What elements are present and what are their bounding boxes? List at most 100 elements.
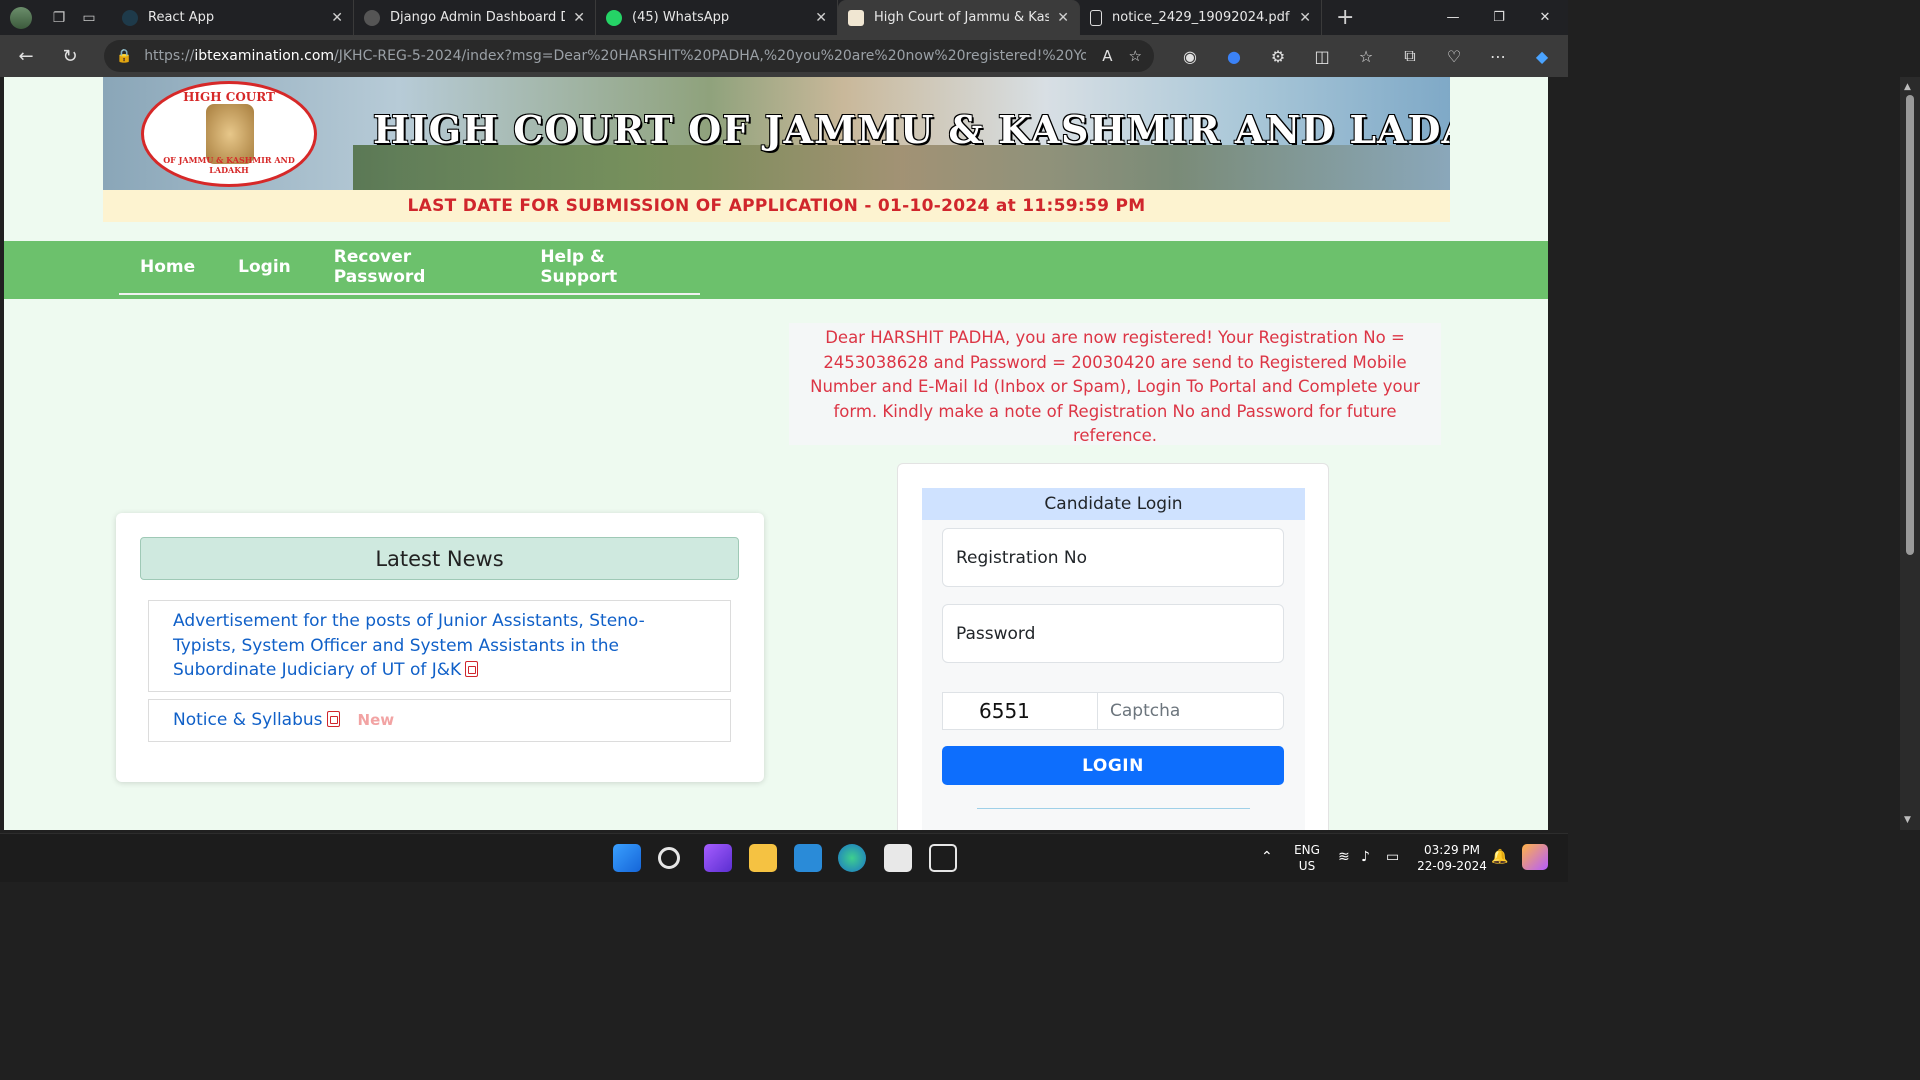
scroll-down-icon[interactable]: ▼ [1904,815,1911,825]
back-arrow-icon[interactable]: ← [8,40,44,72]
tab-react-app[interactable]: React App ✕ [112,0,354,35]
clock-date: 22-09-2024 [1417,859,1487,873]
file-explorer-icon[interactable] [749,844,777,872]
password-input[interactable]: Password [942,604,1284,663]
wifi-icon[interactable]: ≋ [1338,849,1350,865]
page-viewport: HIGH COURT OF JAMMU & KASHMIR AND LADAKH… [4,77,1548,830]
copilot-icon[interactable]: ◆ [1520,40,1564,72]
registration-no-input[interactable]: Registration No [942,528,1284,587]
site-banner: HIGH COURT OF JAMMU & KASHMIR AND LADAKH… [103,77,1450,190]
tab-actions-icon[interactable]: ▭ [74,3,104,33]
whatsapp-icon [606,9,622,26]
tab-title: notice_2429_19092024.pdf [1112,10,1290,25]
split-screen-icon[interactable]: ◫ [1300,40,1344,72]
close-tab-icon[interactable]: ✕ [331,10,343,26]
volume-icon[interactable]: ♪ [1361,849,1370,865]
close-window-icon[interactable]: ✕ [1522,0,1568,35]
more-menu-icon[interactable]: ⋯ [1476,40,1520,72]
window-controls: — ❐ ✕ [1430,0,1568,35]
nav-login-link[interactable]: Login [238,257,291,277]
react-icon [122,9,138,26]
windows-start-icon[interactable] [613,844,641,872]
main-nav: Home Login Recover Password Help & Suppo… [4,241,1548,299]
browser-essentials-icon[interactable]: ♡ [1432,40,1476,72]
candidate-login-heading: Candidate Login [922,488,1305,520]
browser-tab-bar: ❐ ▭ React App ✕ Django Admin Dashboard D… [0,0,1568,35]
language-code: ENG [1294,843,1320,857]
nav-recover-password-link[interactable]: Recover Password [334,247,498,287]
emblem-top-text: HIGH COURT [183,90,275,104]
court-emblem-icon [848,9,864,26]
clock[interactable]: 03:29 PM 22-09-2024 [1412,842,1492,874]
vscode-icon[interactable] [794,844,822,872]
notification-bell-icon[interactable]: 🔔 [1491,849,1508,865]
new-tab-button[interactable]: + [1336,5,1354,30]
new-badge: New [357,711,395,729]
minimize-icon[interactable]: — [1430,0,1476,35]
address-bar[interactable]: 🔒 https://ibtexamination.com/JKHC-REG-5-… [104,40,1154,72]
pdf-icon[interactable] [326,711,340,727]
copilot-app-icon[interactable] [704,844,732,872]
news-link-advertisement[interactable]: Advertisement for the posts of Junior As… [173,611,645,680]
tab-django-admin[interactable]: Django Admin Dashboard Develo ✕ [354,0,596,35]
scroll-up-icon[interactable]: ▲ [1904,82,1911,92]
chevron-up-icon[interactable]: ⌃ [1261,849,1273,865]
emblem-bottom-text: OF JAMMU & KASHMIR AND LADAKH [163,155,295,175]
nav-home-link[interactable]: Home [140,257,195,277]
scrollbar-thumb[interactable] [1906,95,1914,555]
latest-news-card: Latest News Advertisement for the posts … [116,513,764,782]
login-button[interactable]: LOGIN [942,746,1284,785]
site-title: HIGH COURT OF JAMMU & KASHMIR AND LADAKH [373,107,1450,152]
news-item[interactable]: Notice & Syllabus New [148,699,731,742]
tab-title: Django Admin Dashboard Develo [390,10,565,25]
login-form: Registration No Password 6551 Captcha LO… [922,520,1305,830]
candidate-login-card: Candidate Login Registration No Password… [897,463,1329,830]
close-tab-icon[interactable]: ✕ [1299,10,1311,26]
tab-title: React App [148,10,215,25]
registration-success-message: Dear HARSHIT PADHA, you are now register… [789,323,1441,445]
address-toolbar: ← ↻ 🔒 https://ibtexamination.com/JKHC-RE… [0,35,1568,77]
restore-icon[interactable]: ❐ [1476,0,1522,35]
browser-tools: ◉ ● ⚙ ◫ ☆ ⧉ ♡ ⋯ ◆ [1168,40,1564,72]
extensions-puzzle-icon[interactable]: ⚙ [1256,40,1300,72]
collections-icon[interactable]: ⧉ [1388,40,1432,72]
latest-news-heading: Latest News [140,537,739,580]
copilot-tray-icon[interactable] [1522,844,1548,870]
close-tab-icon[interactable]: ✕ [1057,10,1069,26]
tab-whatsapp[interactable]: (45) WhatsApp ✕ [596,0,838,35]
edge-browser-icon[interactable] [838,844,866,872]
lock-icon[interactable]: 🔒 [116,49,132,64]
tab-notice-pdf[interactable]: notice_2429_19092024.pdf ✕ [1080,0,1322,35]
news-link-notice-syllabus[interactable]: Notice & Syllabus [173,710,323,730]
windows-taskbar: ⌃ ENG US ≋ ♪ ▭ 03:29 PM 22-09-2024 🔔 [0,833,1568,882]
page-scrollbar[interactable]: ▲ ▼ [1900,77,1920,830]
search-icon[interactable] [658,847,680,869]
close-tab-icon[interactable]: ✕ [573,10,585,26]
calendar-icon[interactable] [929,844,957,872]
tab-title: (45) WhatsApp [632,10,730,25]
language-indicator[interactable]: ENG US [1287,842,1327,874]
news-item[interactable]: Advertisement for the posts of Junior As… [148,600,731,692]
favorites-icon[interactable]: ☆ [1344,40,1388,72]
close-tab-icon[interactable]: ✕ [815,10,827,26]
tab-high-court[interactable]: High Court of Jammu & Kashmir ✕ [838,0,1080,35]
read-aloud-icon[interactable]: A [1102,47,1112,65]
divider [977,808,1250,809]
captcha-input[interactable]: Captcha [1097,692,1284,730]
refresh-icon[interactable]: ↻ [52,40,88,72]
favorite-star-icon[interactable]: ☆ [1129,47,1142,65]
tab-title: High Court of Jammu & Kashmir [874,10,1050,25]
copilot-extension-icon[interactable]: ● [1212,40,1256,72]
workspaces-icon[interactable]: ❐ [44,3,74,33]
profile-avatar[interactable] [10,6,32,29]
battery-icon[interactable]: ▭ [1386,849,1399,865]
deadline-notice: LAST DATE FOR SUBMISSION OF APPLICATION … [103,190,1450,222]
clock-time: 03:29 PM [1424,843,1480,857]
extension-icon[interactable]: ◉ [1168,40,1212,72]
document-icon [1090,9,1102,26]
region-code: US [1298,859,1316,873]
nav-help-support-link[interactable]: Help & Support [540,247,678,287]
microsoft-store-icon[interactable] [884,844,912,872]
pdf-icon[interactable] [465,661,479,677]
url-text[interactable]: https://ibtexamination.com/JKHC-REG-5-20… [144,48,1086,64]
